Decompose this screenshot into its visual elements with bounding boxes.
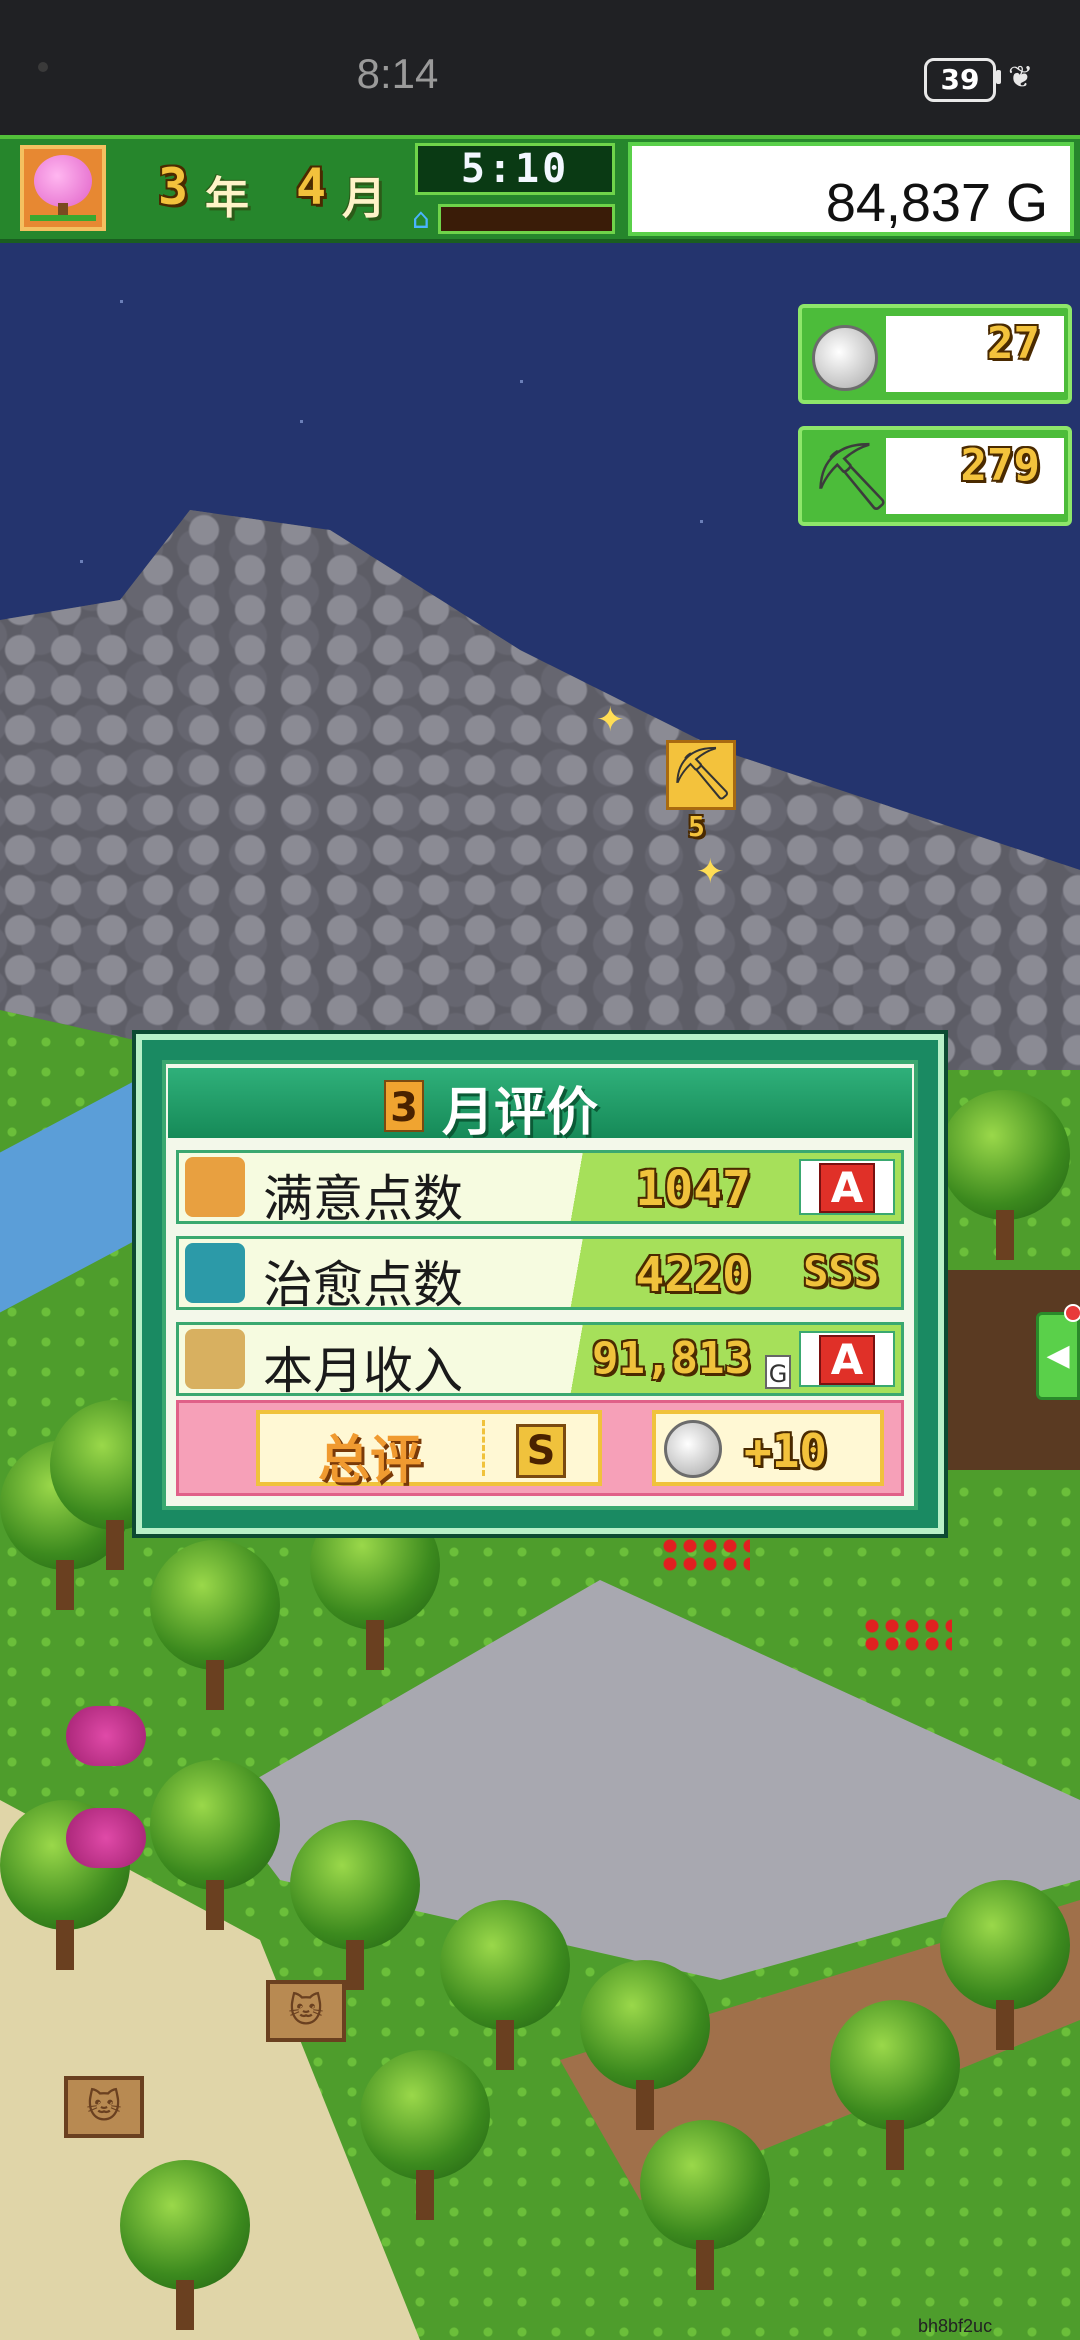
row-value: 4220 (635, 1247, 751, 1303)
evaluation-month-number: 3 (384, 1080, 424, 1132)
money-display[interactable]: 84,837 G (628, 142, 1074, 236)
flower-bed[interactable] (862, 1616, 952, 1652)
tree[interactable] (150, 1540, 280, 1710)
healing-row: 治愈点数 4220 SSS (176, 1236, 904, 1314)
rock-cliff[interactable] (0, 510, 1080, 1070)
pickaxe-icon: ⛏ (810, 438, 894, 515)
tree[interactable] (440, 1900, 570, 2070)
total-rating-label: 总评 (318, 1431, 423, 1491)
cat-sign[interactable]: 🐱 (64, 2076, 144, 2138)
satisfaction-row: 满意点数 1047 A (176, 1150, 904, 1228)
status-clock: 8:14 (356, 50, 439, 97)
mine-marker-count: 5 (688, 810, 705, 843)
sparkle-icon: ✦ (596, 700, 625, 740)
day-progress-bar (438, 204, 615, 234)
year-number: 3 (158, 158, 189, 216)
tree[interactable] (150, 1760, 280, 1930)
row-grade: A (799, 1159, 895, 1215)
side-menu-arrow-button[interactable]: ◀ (1036, 1312, 1080, 1400)
row-label: 本月收入 (263, 1342, 463, 1400)
star (120, 300, 123, 303)
star (300, 420, 303, 423)
total-divider (482, 1420, 485, 1476)
battery-icon: 39 (924, 58, 996, 102)
notification-dot (1064, 1304, 1080, 1322)
star (80, 560, 83, 563)
smiley-icon (185, 1157, 245, 1217)
medal-icon (664, 1420, 722, 1478)
watermark: bh8bf2uc (918, 2316, 993, 2336)
tree[interactable] (640, 2120, 770, 2290)
reward-value: +10 (744, 1424, 828, 1478)
game-clock: 5:10 (415, 143, 615, 195)
pink-shrub[interactable] (66, 1706, 146, 1766)
row-grade: SSS (803, 1247, 879, 1296)
total-grade: S (516, 1424, 566, 1478)
battery-tip (996, 70, 1001, 84)
leaf-icon: ❦ (1008, 60, 1034, 95)
row-label: 治愈点数 (263, 1256, 463, 1314)
medal-count: 27 (987, 318, 1040, 369)
month-number: 4 (296, 158, 327, 216)
pickaxe-count: 279 (960, 440, 1040, 491)
tree[interactable] (940, 1880, 1070, 2050)
income-row: 本月收入 91,813 G A (176, 1322, 904, 1400)
year-label: 年 (205, 173, 249, 224)
pink-shrub[interactable] (66, 1808, 146, 1868)
row-grade: A (799, 1331, 895, 1387)
home-icon: ⌂ (412, 202, 430, 235)
star (520, 380, 523, 383)
row-value: 1047 (635, 1161, 751, 1217)
tree[interactable] (290, 1820, 420, 1990)
cat-sign[interactable]: 🐱 (266, 1980, 346, 2042)
pickaxe-marker-icon[interactable]: ⛏ (666, 740, 736, 810)
tree[interactable] (360, 2050, 490, 2220)
row-value: 91,813 (592, 1333, 751, 1384)
sparkle-icon: ✦ (696, 852, 725, 892)
money-value: 84,837 G (825, 173, 1048, 233)
medal-icon (812, 325, 878, 391)
tree-grass (30, 215, 96, 221)
tree[interactable] (120, 2160, 250, 2330)
sparkle-icon (185, 1243, 245, 1303)
month-label: 月 (342, 173, 386, 224)
flower-bed[interactable] (660, 1536, 750, 1572)
cherry-tree-button[interactable] (20, 145, 106, 231)
cherry-tree-icon (34, 155, 92, 207)
panel-title: 月评价 (442, 1083, 599, 1143)
star (700, 520, 703, 523)
row-label: 满意点数 (263, 1170, 463, 1228)
currency-unit: G (765, 1355, 791, 1389)
money-bag-icon (185, 1329, 245, 1389)
tree[interactable] (940, 1090, 1070, 1260)
tree[interactable] (580, 1960, 710, 2130)
